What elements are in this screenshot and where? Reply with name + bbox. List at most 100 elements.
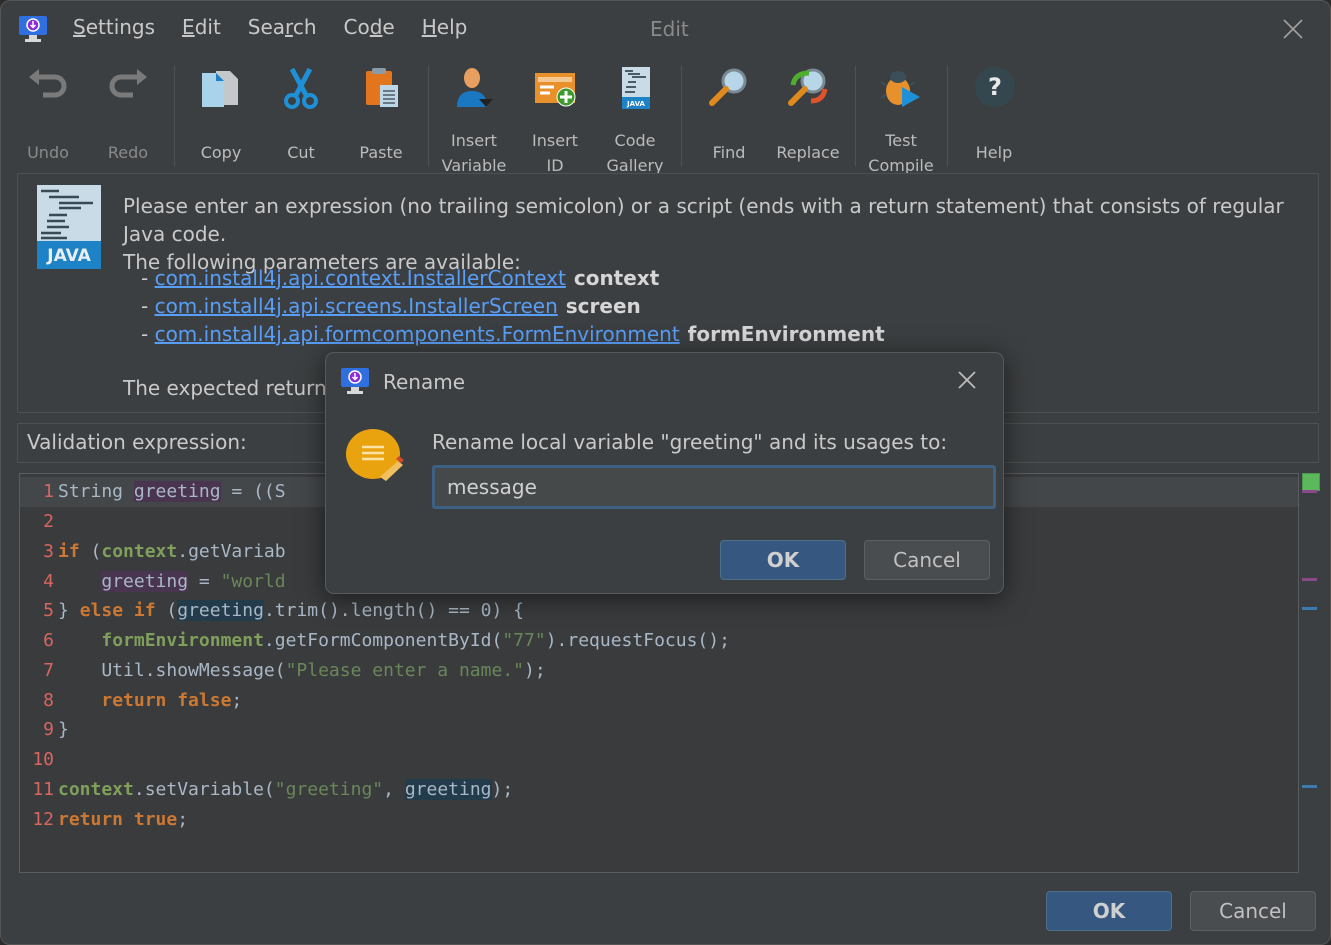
toolbar: Undo Redo Copy Cut Paste Insert Variable… xyxy=(1,61,1330,175)
undo-label: Undo xyxy=(27,143,69,162)
parameter-item: - com.install4j.api.context.InstallerCon… xyxy=(141,266,660,290)
code-line: 5} else if (greeting.trim().length() == … xyxy=(20,596,524,626)
write-usage-mark[interactable] xyxy=(1302,578,1317,581)
read-usage-mark[interactable] xyxy=(1302,785,1317,788)
mnemonic: E xyxy=(182,15,195,39)
error-stripe[interactable] xyxy=(1301,473,1320,873)
string-literal: "world xyxy=(220,571,286,592)
java-icon-label: JAVA xyxy=(46,246,91,266)
code-token: ( xyxy=(79,541,102,562)
line-number: 5 xyxy=(43,600,54,621)
variable-occurrence: greeting xyxy=(177,600,264,621)
write-usage-mark[interactable] xyxy=(1302,490,1317,493)
undo-button[interactable]: Undo xyxy=(23,61,73,165)
help-icon: ? xyxy=(975,67,1015,107)
validation-expression-label: Validation expression: xyxy=(27,430,247,454)
parameter-name: screen xyxy=(565,294,641,318)
return-type-text: The expected return ty xyxy=(123,376,353,400)
code-token: = ((S xyxy=(220,481,286,502)
code-token: } xyxy=(58,600,80,621)
new-name-input[interactable] xyxy=(432,465,996,509)
insert-id-button[interactable]: Insert ID xyxy=(527,61,583,178)
variable-occurrence: greeting xyxy=(101,571,189,592)
redo-button[interactable]: Redo xyxy=(103,61,153,165)
menu-help[interactable]: Help xyxy=(422,15,468,39)
clipboard-icon xyxy=(366,68,398,107)
code-line: 8 return false; xyxy=(20,686,242,716)
close-icon[interactable] xyxy=(1281,17,1305,41)
insert-id-label-1: Insert xyxy=(532,131,578,150)
code-line: 9} xyxy=(20,715,69,745)
magnifier-icon xyxy=(709,68,747,106)
close-icon[interactable] xyxy=(956,369,978,391)
parameter-list: - com.install4j.api.context.InstallerCon… xyxy=(141,264,885,348)
toolbar-separator xyxy=(681,65,682,167)
parameter-ref: context xyxy=(101,541,178,562)
line-number: 4 xyxy=(43,571,54,592)
cancel-button[interactable]: Cancel xyxy=(1190,891,1316,931)
menu-code[interactable]: Code xyxy=(344,15,395,39)
string-literal: "77" xyxy=(502,630,546,651)
parameter-type-link[interactable]: com.install4j.api.screens.InstallerScree… xyxy=(155,294,558,318)
parameter-name: formEnvironment xyxy=(687,322,885,346)
code-token: , xyxy=(383,779,405,800)
code-token: = xyxy=(188,571,221,592)
ok-button[interactable]: OK xyxy=(1046,891,1172,931)
menu-settings[interactable]: Settings xyxy=(73,15,155,39)
status-ok-indicator[interactable] xyxy=(1302,473,1320,491)
keyword: return false xyxy=(101,690,232,711)
java-file-icon: JAVA xyxy=(37,185,101,269)
line-number: 6 xyxy=(43,630,54,651)
parameter-type-link[interactable]: com.install4j.api.context.InstallerConte… xyxy=(155,266,566,290)
code-line: 7 Util.showMessage("Please enter a name.… xyxy=(20,656,546,686)
toolbar-separator xyxy=(855,65,856,167)
test-compile-button[interactable]: Test Compile xyxy=(865,61,937,178)
replace-label: Replace xyxy=(776,143,840,162)
toolbar-separator xyxy=(428,65,429,167)
app-monitor-icon xyxy=(341,368,369,394)
menu-search[interactable]: Search xyxy=(248,15,317,39)
code-gallery-button[interactable]: JAVA Code Gallery xyxy=(603,61,667,178)
toolbar-separator xyxy=(174,65,175,167)
code-token: .getFormComponentById( xyxy=(263,630,503,651)
toolbar-separator xyxy=(947,65,948,167)
info-line-1: Please enter an expression (no trailing … xyxy=(123,194,1284,246)
code-token: ; xyxy=(177,809,189,830)
code-token: .getVariab xyxy=(177,541,286,562)
help-button[interactable]: ? Help xyxy=(969,61,1019,165)
mnemonic: S xyxy=(73,15,86,39)
rename-cancel-button[interactable]: Cancel xyxy=(864,540,990,580)
rename-bubble-icon xyxy=(346,429,404,481)
replace-button[interactable]: Replace xyxy=(773,61,843,165)
paste-button[interactable]: Paste xyxy=(356,61,406,165)
window-title: Edit xyxy=(650,17,689,41)
code-token: Util.showMessage( xyxy=(58,660,286,681)
code-gallery-label-1: Code xyxy=(614,131,656,150)
string-literal: "greeting" xyxy=(274,779,384,800)
parameter-type-link[interactable]: com.install4j.api.formcomponents.FormEnv… xyxy=(155,322,680,346)
find-button[interactable]: Find xyxy=(704,61,754,165)
menu-edit[interactable]: Edit xyxy=(182,15,221,39)
code-line: 10 xyxy=(20,745,54,775)
find-label: Find xyxy=(712,143,746,162)
code-line: 3 if (context.getVariab xyxy=(20,537,286,567)
code-token: .trim().length() == 0) { xyxy=(263,600,525,621)
rename-ok-button[interactable]: OK xyxy=(720,540,846,580)
code-line: 11 context.setVariable("greeting", greeti… xyxy=(20,775,513,805)
test-compile-label-1: Test xyxy=(885,131,917,150)
help-label: Help xyxy=(975,143,1013,162)
dialog-title: Rename xyxy=(383,370,466,394)
rename-prompt: Rename local variable "greeting" and its… xyxy=(432,430,948,454)
insert-variable-button[interactable]: Insert Variable xyxy=(438,61,510,178)
copy-button[interactable]: Copy xyxy=(196,61,246,165)
keyword: return true xyxy=(58,809,178,830)
line-number: 1 xyxy=(43,481,54,502)
parameter-item: - com.install4j.api.formcomponents.FormE… xyxy=(141,322,885,346)
read-usage-mark[interactable] xyxy=(1302,607,1317,610)
cut-button[interactable]: Cut xyxy=(276,61,326,165)
code-token: String xyxy=(58,481,134,502)
code-token: ); xyxy=(524,660,546,681)
bug-run-icon xyxy=(880,71,920,107)
